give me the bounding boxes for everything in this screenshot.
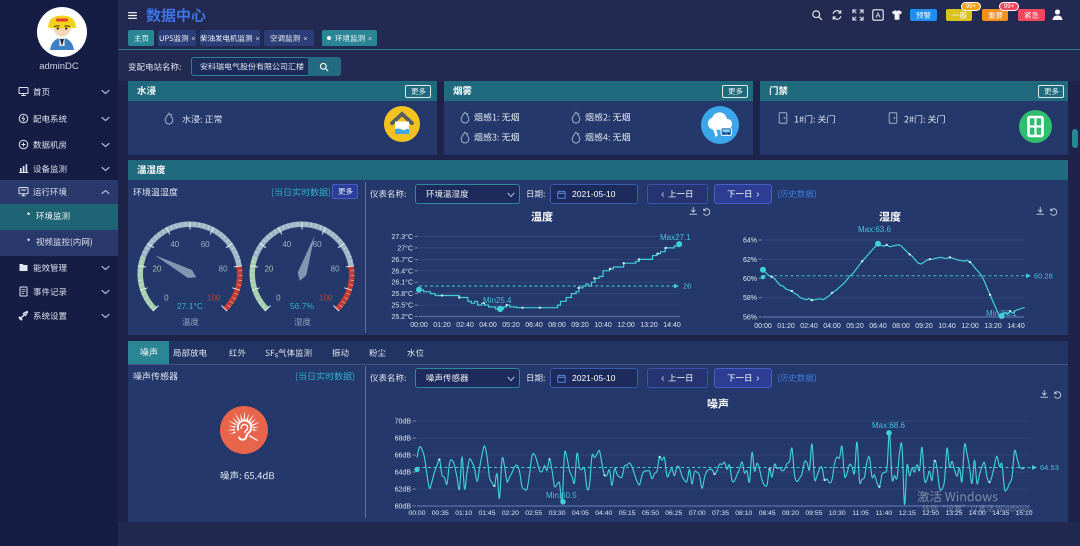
svg-text:68dB: 68dB <box>395 436 412 443</box>
svg-text:13:20: 13:20 <box>640 322 658 329</box>
svg-text:08:10: 08:10 <box>735 510 752 517</box>
svg-text:10:40: 10:40 <box>938 323 956 330</box>
svg-text:26.4°C: 26.4°C <box>392 267 413 275</box>
svg-text:05:15: 05:15 <box>619 510 636 517</box>
svg-text:02:40: 02:40 <box>456 322 474 329</box>
svg-text:56%: 56% <box>743 315 757 322</box>
svg-text:Max27.1: Max27.1 <box>660 233 691 242</box>
svg-text:02:20: 02:20 <box>502 510 519 517</box>
svg-text:40: 40 <box>282 240 291 249</box>
svg-text:60: 60 <box>201 240 210 249</box>
svg-text:09:20: 09:20 <box>782 510 799 517</box>
svg-text:08:00: 08:00 <box>892 323 910 330</box>
svg-text:Min:60.5: Min:60.5 <box>546 491 577 500</box>
svg-text:12:00: 12:00 <box>617 322 635 329</box>
svg-text:58%: 58% <box>743 295 757 302</box>
svg-text:Max:68.6: Max:68.6 <box>872 421 905 430</box>
svg-text:03:30: 03:30 <box>549 510 566 517</box>
svg-text:60%: 60% <box>743 276 757 283</box>
svg-text:60: 60 <box>313 240 322 249</box>
svg-text:08:45: 08:45 <box>759 510 776 517</box>
svg-text:01:10: 01:10 <box>455 510 472 517</box>
svg-text:25.5°C: 25.5°C <box>392 302 413 310</box>
svg-text:14:40: 14:40 <box>1007 323 1025 330</box>
svg-text:04:40: 04:40 <box>595 510 612 517</box>
svg-text:12:15: 12:15 <box>899 510 916 517</box>
svg-text:10:40: 10:40 <box>594 322 612 329</box>
svg-text:01:45: 01:45 <box>478 510 495 517</box>
svg-text:64dB: 64dB <box>395 470 412 477</box>
svg-text:26.1°C: 26.1°C <box>392 279 413 287</box>
svg-text:02:55: 02:55 <box>525 510 542 517</box>
svg-text:25.2°C: 25.2°C <box>392 313 413 321</box>
svg-text:00:00: 00:00 <box>754 323 772 330</box>
svg-text:08:00: 08:00 <box>548 322 566 329</box>
svg-text:80: 80 <box>219 265 228 274</box>
svg-text:05:20: 05:20 <box>846 323 864 330</box>
svg-text:13:20: 13:20 <box>984 323 1002 330</box>
svg-text:60.28: 60.28 <box>1034 271 1053 280</box>
svg-text:00:00: 00:00 <box>410 322 428 329</box>
svg-text:04:00: 04:00 <box>823 323 841 330</box>
svg-text:64%: 64% <box>743 238 757 245</box>
svg-text:06:40: 06:40 <box>525 322 543 329</box>
svg-text:Min25.4: Min25.4 <box>483 296 512 305</box>
svg-text:09:55: 09:55 <box>805 510 822 517</box>
svg-text:09:20: 09:20 <box>915 323 933 330</box>
svg-text:06:40: 06:40 <box>869 323 887 330</box>
svg-text:01:20: 01:20 <box>433 322 451 329</box>
svg-text:04:05: 04:05 <box>572 510 589 517</box>
svg-text:A: A <box>875 11 880 20</box>
svg-text:11:40: 11:40 <box>876 510 893 517</box>
svg-text:27.3°C: 27.3°C <box>392 233 413 241</box>
svg-text:00:35: 00:35 <box>432 510 449 517</box>
svg-text:Min:56.1: Min:56.1 <box>986 309 1017 318</box>
svg-text:10:30: 10:30 <box>829 510 846 517</box>
svg-text:26: 26 <box>683 282 691 291</box>
svg-text:06:25: 06:25 <box>665 510 682 517</box>
svg-text:26.7°C: 26.7°C <box>392 256 413 264</box>
svg-text:05:50: 05:50 <box>642 510 659 517</box>
svg-text:02:40: 02:40 <box>800 323 818 330</box>
svg-text:00:00: 00:00 <box>408 510 425 517</box>
svg-text:64.53: 64.53 <box>1040 463 1059 472</box>
svg-text:14:40: 14:40 <box>663 322 681 329</box>
svg-text:66dB: 66dB <box>395 453 412 460</box>
svg-text:27°C: 27°C <box>397 244 413 252</box>
svg-text:09:20: 09:20 <box>571 322 589 329</box>
svg-text:07:00: 07:00 <box>689 510 706 517</box>
svg-text:11:05: 11:05 <box>852 510 869 517</box>
svg-text:04:00: 04:00 <box>479 322 497 329</box>
svg-text:70dB: 70dB <box>395 419 412 426</box>
svg-text:25.8°C: 25.8°C <box>392 290 413 298</box>
svg-text:62%: 62% <box>743 257 757 264</box>
svg-text:80: 80 <box>331 265 340 274</box>
svg-text:62dB: 62dB <box>395 487 412 494</box>
svg-text:40: 40 <box>170 240 179 249</box>
svg-text:12:00: 12:00 <box>961 323 979 330</box>
svg-text:20: 20 <box>152 265 161 274</box>
svg-text:07:35: 07:35 <box>712 510 729 517</box>
svg-text:Max:63.6: Max:63.6 <box>858 225 891 234</box>
svg-text:20: 20 <box>264 265 273 274</box>
svg-text:01:20: 01:20 <box>777 323 795 330</box>
svg-text:05:20: 05:20 <box>502 322 520 329</box>
